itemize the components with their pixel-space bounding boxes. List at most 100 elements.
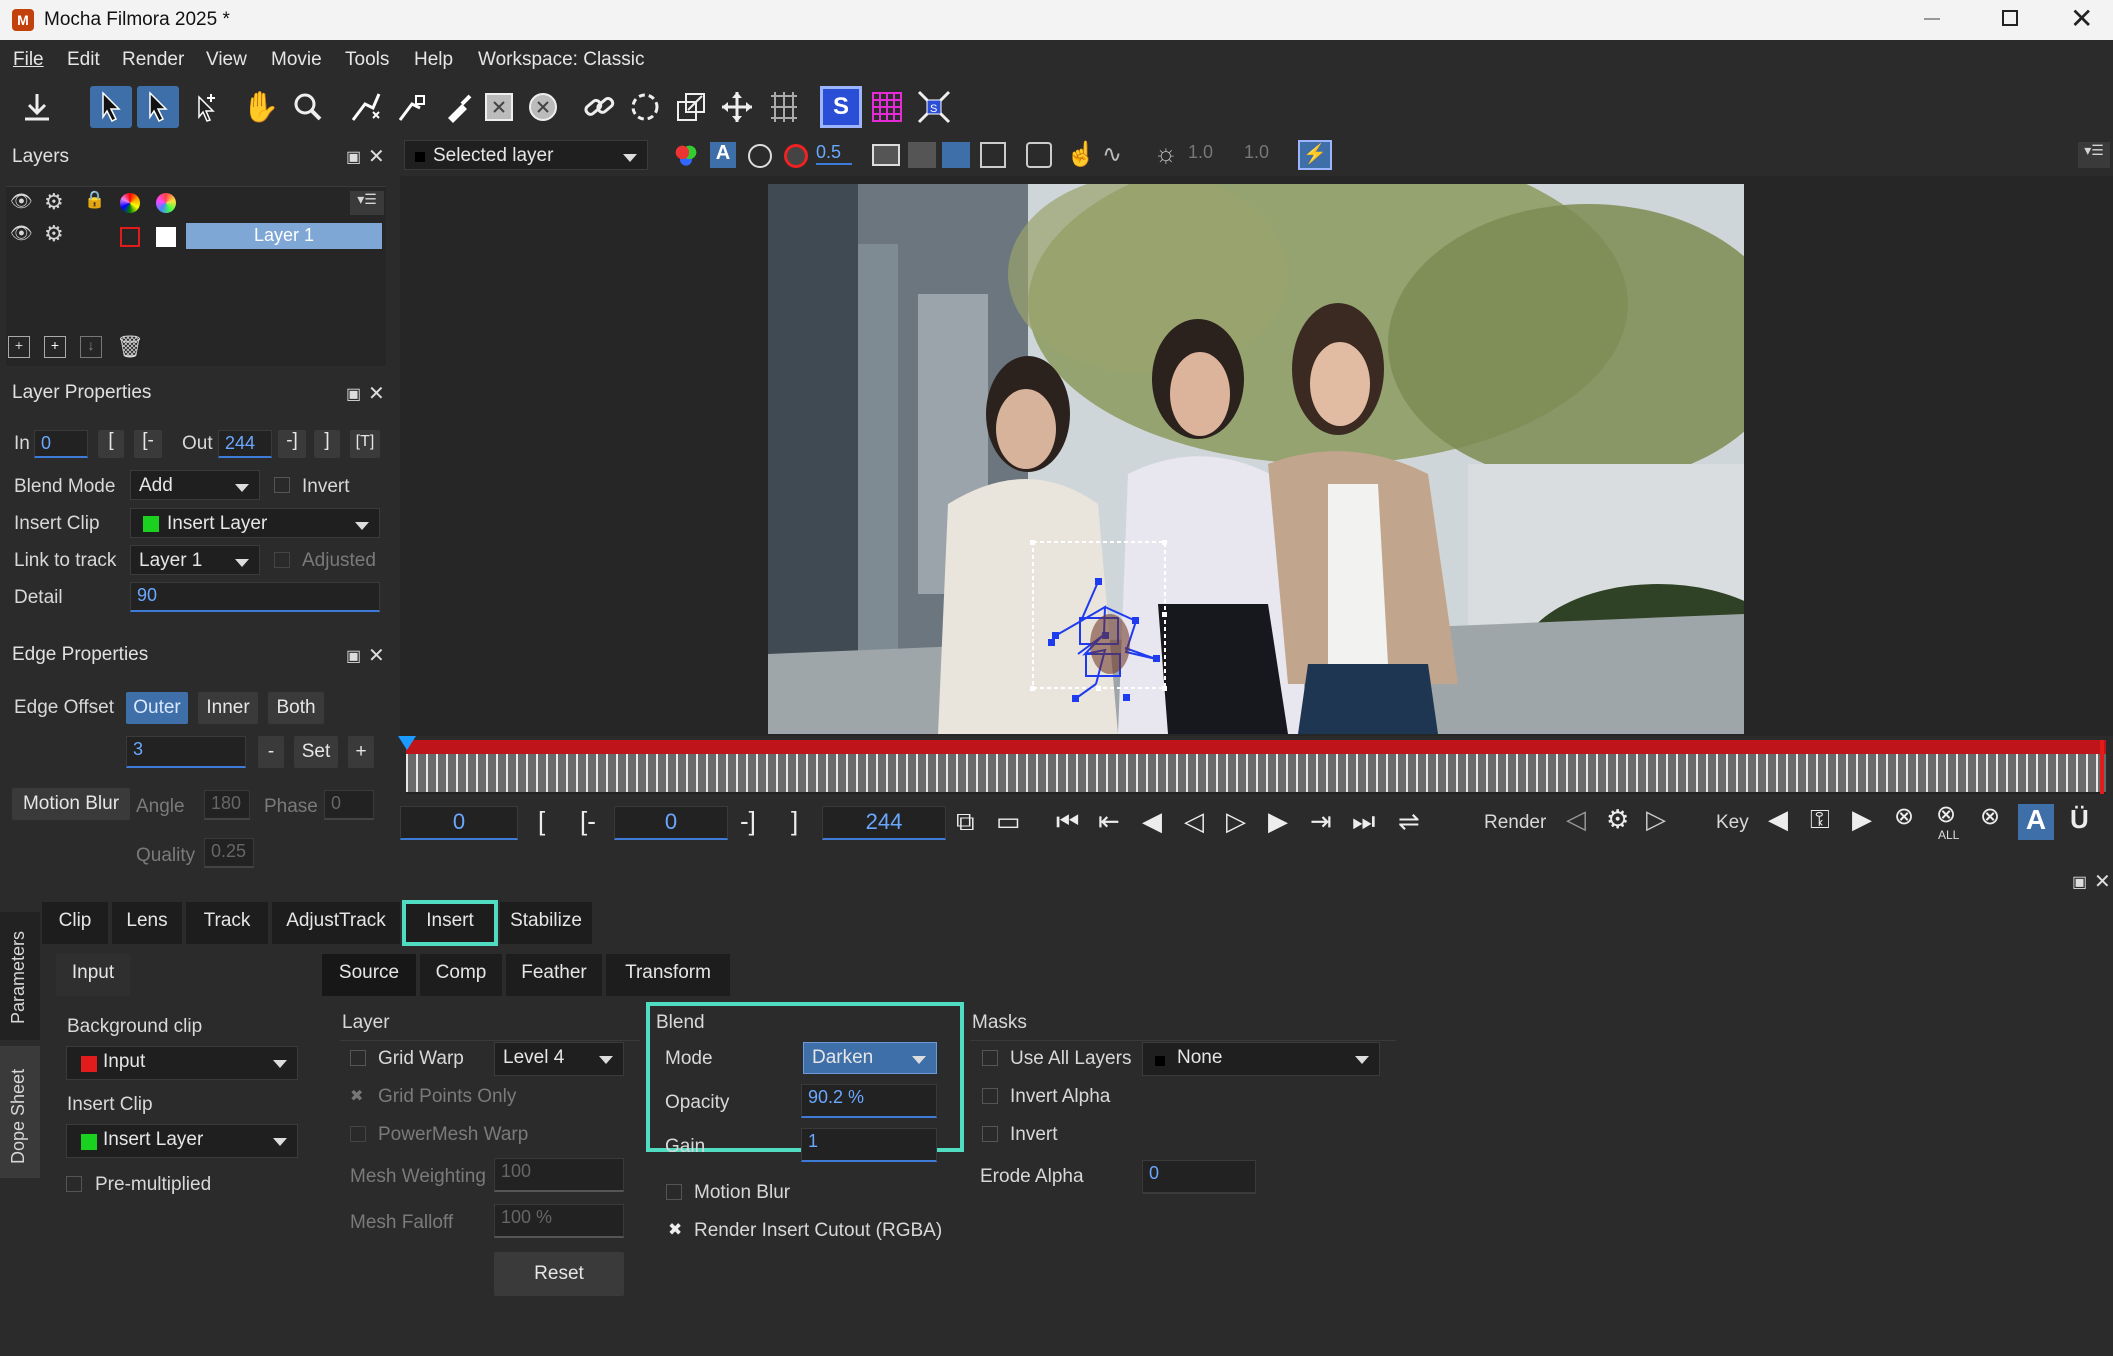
layers-menu-icon[interactable]: ▾☰ [350,191,384,215]
delete-key-icon[interactable]: ⊗ [1894,802,1914,831]
panel-float-icon[interactable]: ▣ [346,646,361,666]
angle-field[interactable]: 180 [204,790,250,820]
u-key-icon[interactable]: Ü [2070,804,2089,835]
panel-close-icon[interactable]: ✕ [368,381,385,406]
fit-surface-tool-icon[interactable]: S [913,86,955,128]
autokey-icon[interactable]: A [2018,804,2054,840]
go-in-button[interactable]: [- [134,430,162,458]
grid-view-icon[interactable] [980,142,1006,168]
zoom-tool-icon[interactable] [287,86,329,128]
viewer-canvas[interactable] [400,176,2113,736]
mesh-falloff-field[interactable]: 100 % [494,1204,624,1238]
insert-clip-dropdown-2[interactable]: Insert Layer [66,1124,298,1158]
tab-lens[interactable]: Lens [112,902,182,944]
menu-edit[interactable]: Edit [67,49,100,71]
adjusted-checkbox[interactable] [274,552,290,568]
xspline-tool-icon[interactable] [345,86,387,128]
detail-slider-field[interactable]: 90 [130,582,380,612]
snapshot-icon[interactable] [1026,142,1052,168]
link-to-track-dropdown[interactable]: Layer 1 [130,545,260,575]
play-backward-icon[interactable]: ◀ [1142,806,1162,837]
outer-button[interactable]: Outer [126,692,188,724]
edge-offset-field[interactable]: 3 [126,736,246,768]
delete-layer-icon[interactable]: 🗑 [116,334,144,360]
set-in-button[interactable]: [ [98,430,124,458]
invert-checkbox[interactable] [274,477,290,493]
tab-clip[interactable]: Clip [42,902,108,944]
curve-icon[interactable]: ∿ [1102,140,1122,169]
maximize-button[interactable] [2002,10,2018,26]
out-frame-field[interactable]: 244 [822,806,946,840]
go-in-button[interactable]: [- [580,806,596,837]
zoom-timeline-icon[interactable]: ⧉ [956,806,975,838]
render-backward-icon[interactable]: ◁ [1566,804,1586,835]
render-cutout-check-icon[interactable]: ✖ [668,1220,682,1240]
alpha-icon[interactable]: A [710,142,736,168]
tab-track[interactable]: Track [186,902,268,944]
minimize-button[interactable] [1924,18,1940,20]
out-point-field[interactable]: 244 [218,430,272,458]
side-tab-dope-sheet[interactable]: Dope Sheet [0,1046,40,1178]
subtab-transform[interactable]: Transform [606,954,730,996]
delete-all-keys-icon[interactable]: ⊗ [1936,800,1956,829]
blend-mode-dropdown[interactable]: Add [130,470,260,500]
set-out-button[interactable]: ] [791,806,798,837]
blend-mode-select[interactable]: Darken [803,1042,937,1074]
mesh-weighting-field[interactable]: 100 [494,1158,624,1192]
panel-float-icon[interactable]: ▣ [346,384,361,404]
tab-insert[interactable]: Insert [402,900,498,946]
motion-blur-checkbox[interactable] [666,1184,682,1200]
mask-view-icon[interactable] [908,142,936,168]
panel-close-icon[interactable]: ✕ [368,643,385,668]
brush-tool-icon[interactable] [438,86,480,128]
use-all-layers-checkbox[interactable] [982,1050,998,1066]
panel-float-icon[interactable]: ▣ [2072,872,2087,892]
background-clip-dropdown[interactable]: Input [66,1046,298,1080]
add-point-tool-icon[interactable] [186,86,228,128]
add-layer-folder-icon[interactable]: + [8,336,30,358]
layer-color-swatch[interactable] [120,227,140,247]
subtab-source[interactable]: Source [322,954,416,996]
surface-tool-icon[interactable]: S [820,86,862,128]
quality-field[interactable]: 0.25 [204,838,254,868]
menu-tools[interactable]: Tools [345,49,389,71]
powermesh-checkbox[interactable] [350,1126,366,1142]
edge-set-button[interactable]: Set [294,736,338,768]
invert-mask-checkbox[interactable] [982,1126,998,1142]
panel-close-icon[interactable]: ✕ [2094,869,2111,894]
panel-float-icon[interactable]: ▣ [346,147,361,167]
step-forward-icon[interactable]: ▷ [1226,806,1246,837]
side-tab-parameters[interactable]: Parameters [0,912,40,1040]
render-settings-icon[interactable]: ⚙ [1606,804,1629,835]
realtime-icon[interactable]: ⚡ [1298,140,1332,170]
tab-adjusttrack[interactable]: AdjustTrack [272,902,400,944]
merge-layer-icon[interactable]: ↓ [80,336,102,358]
in-point-field[interactable]: 0 [34,430,88,458]
grid-points-only-check-icon[interactable]: ✖ [350,1086,363,1106]
trim-button[interactable]: [T] [350,430,380,458]
new-layer-icon[interactable]: + [44,336,66,358]
save-icon[interactable] [16,86,58,128]
menu-file[interactable]: File [13,49,44,71]
next-keyframe-icon[interactable]: ⇥ [1310,806,1332,837]
tab-stabilize[interactable]: Stabilize [500,902,592,944]
track-view-icon[interactable] [942,142,970,168]
reset-button[interactable]: Reset [494,1252,624,1296]
layer-name[interactable]: Layer 1 [186,223,382,249]
move-tool-icon[interactable] [716,86,758,128]
add-key-icon[interactable]: ⚿ [1810,804,1830,836]
menu-help[interactable]: Help [414,49,453,71]
select-point-tool-icon[interactable] [137,86,179,128]
menu-movie[interactable]: Movie [271,49,322,71]
scale-tool-icon[interactable] [670,86,712,128]
gamma-value[interactable]: 1.0 [1244,142,1280,163]
timeline-range-icon[interactable]: ▭ [996,806,1021,837]
set-out-button[interactable]: ] [314,430,340,458]
grid-toggle-icon[interactable] [866,86,908,128]
menu-view[interactable]: View [206,49,247,71]
go-out-button[interactable]: -] [278,430,306,458]
layer-settings-icon[interactable]: ⚙ [44,221,64,247]
both-button[interactable]: Both [268,692,324,724]
timeline[interactable] [398,736,2106,796]
prev-keyframe-icon[interactable]: ⇤ [1098,806,1120,837]
